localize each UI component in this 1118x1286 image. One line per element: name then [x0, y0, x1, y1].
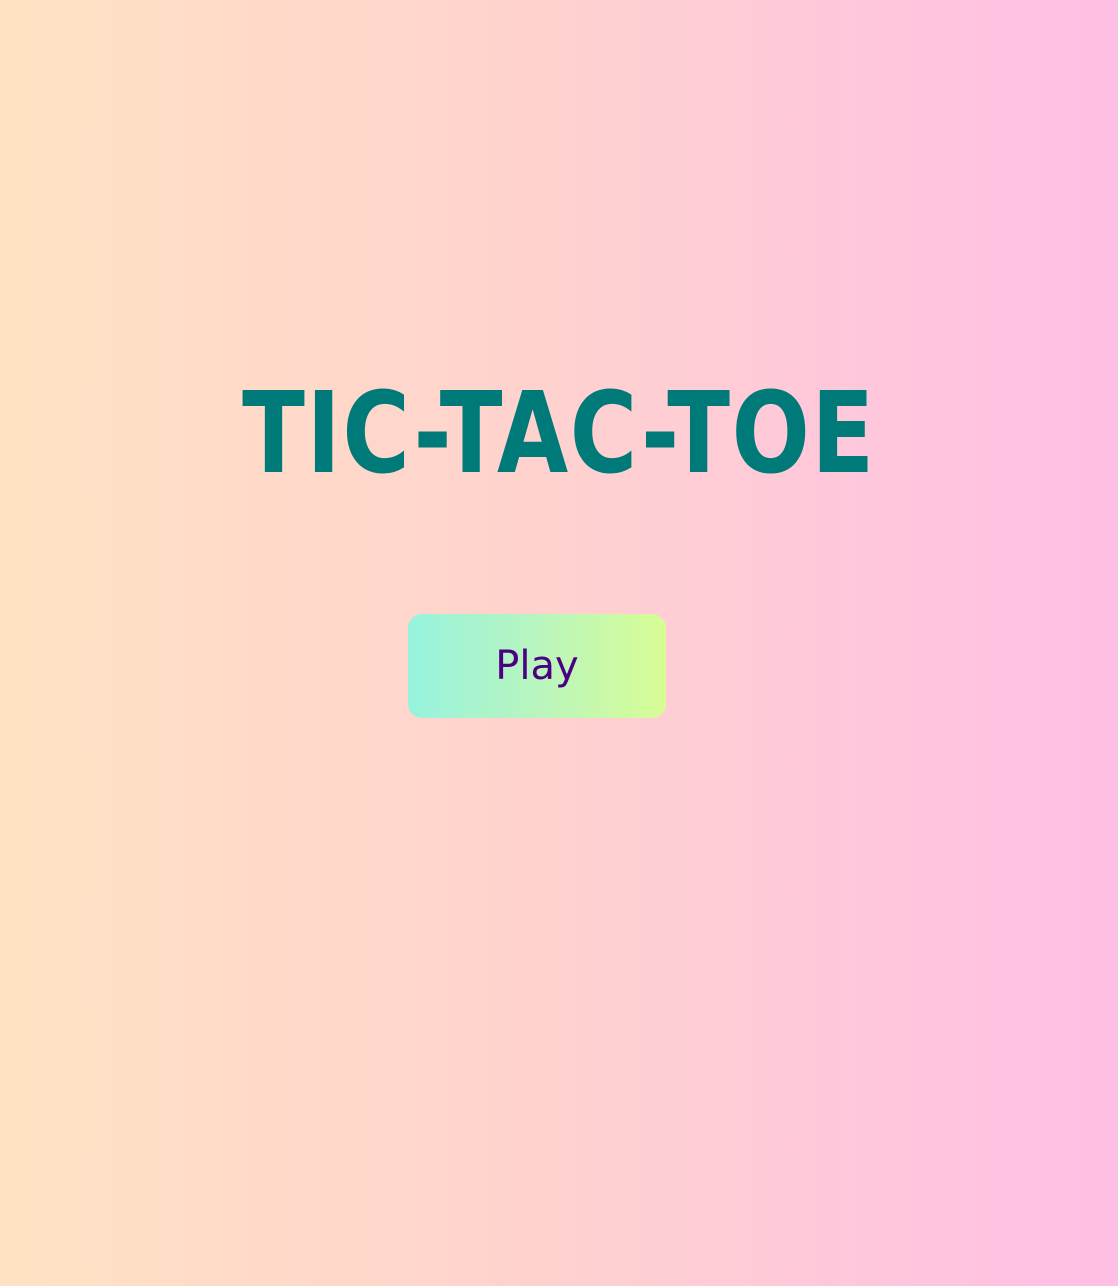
- game-title: TIC-TAC-TOE: [242, 367, 876, 499]
- play-button[interactable]: Play: [408, 614, 666, 718]
- start-screen: TIC-TAC-TOE Play: [0, 0, 1118, 1286]
